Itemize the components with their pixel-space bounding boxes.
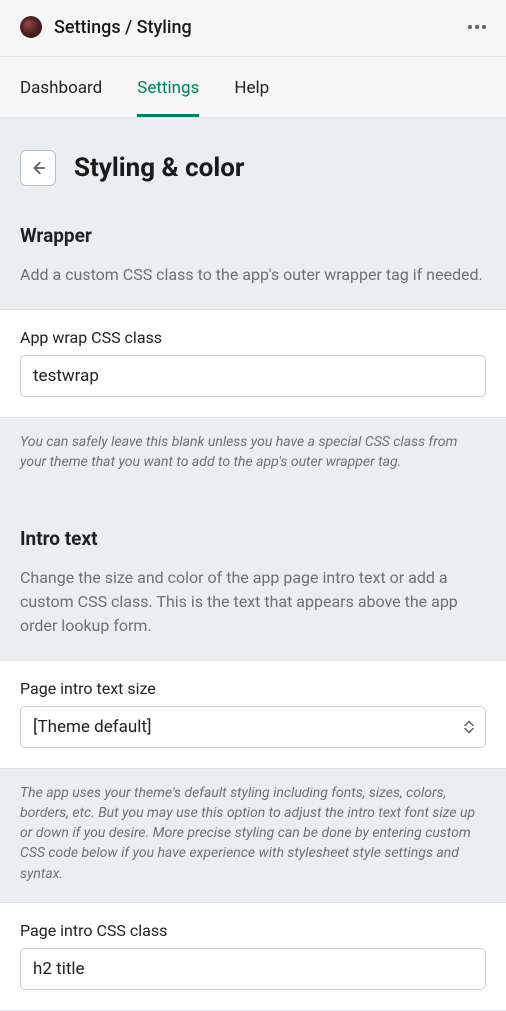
app-wrap-help: You can safely leave this blank unless y… xyxy=(0,418,506,473)
app-header: Settings / Styling xyxy=(0,0,506,57)
app-wrap-input[interactable] xyxy=(20,355,486,397)
back-button[interactable] xyxy=(20,150,56,186)
intro-size-label: Page intro text size xyxy=(20,679,486,698)
wrapper-card: App wrap CSS class xyxy=(0,309,506,418)
app-wrap-label: App wrap CSS class xyxy=(20,328,486,347)
app-avatar xyxy=(20,16,42,38)
wrapper-section-desc: Add a custom CSS class to the app's oute… xyxy=(20,263,486,287)
page-header: Styling & color xyxy=(0,118,506,224)
wrapper-section-intro: Wrapper Add a custom CSS class to the ap… xyxy=(0,224,506,309)
arrow-left-icon xyxy=(29,159,47,177)
intro-size-card: Page intro text size [Theme default] xyxy=(0,660,506,769)
intro-section-intro: Intro text Change the size and color of … xyxy=(0,527,506,660)
intro-class-label: Page intro CSS class xyxy=(20,921,486,940)
intro-size-help: The app uses your theme's default stylin… xyxy=(0,769,506,884)
intro-class-card: Page intro CSS class xyxy=(0,902,506,1011)
page-title: Styling & color xyxy=(74,153,244,183)
intro-class-input[interactable] xyxy=(20,948,486,990)
more-options-icon[interactable] xyxy=(468,25,486,29)
intro-section-desc: Change the size and color of the app pag… xyxy=(20,566,486,638)
intro-size-select[interactable]: [Theme default] xyxy=(20,706,486,748)
tab-dashboard[interactable]: Dashboard xyxy=(20,57,102,117)
tab-bar: Dashboard Settings Help xyxy=(0,57,506,118)
tab-help[interactable]: Help xyxy=(234,57,269,117)
content-area: Styling & color Wrapper Add a custom CSS… xyxy=(0,118,506,1011)
intro-section-title: Intro text xyxy=(20,527,486,550)
breadcrumb: Settings / Styling xyxy=(54,17,192,38)
header-left: Settings / Styling xyxy=(20,16,192,38)
wrapper-section-title: Wrapper xyxy=(20,224,486,247)
tab-settings[interactable]: Settings xyxy=(137,57,199,117)
